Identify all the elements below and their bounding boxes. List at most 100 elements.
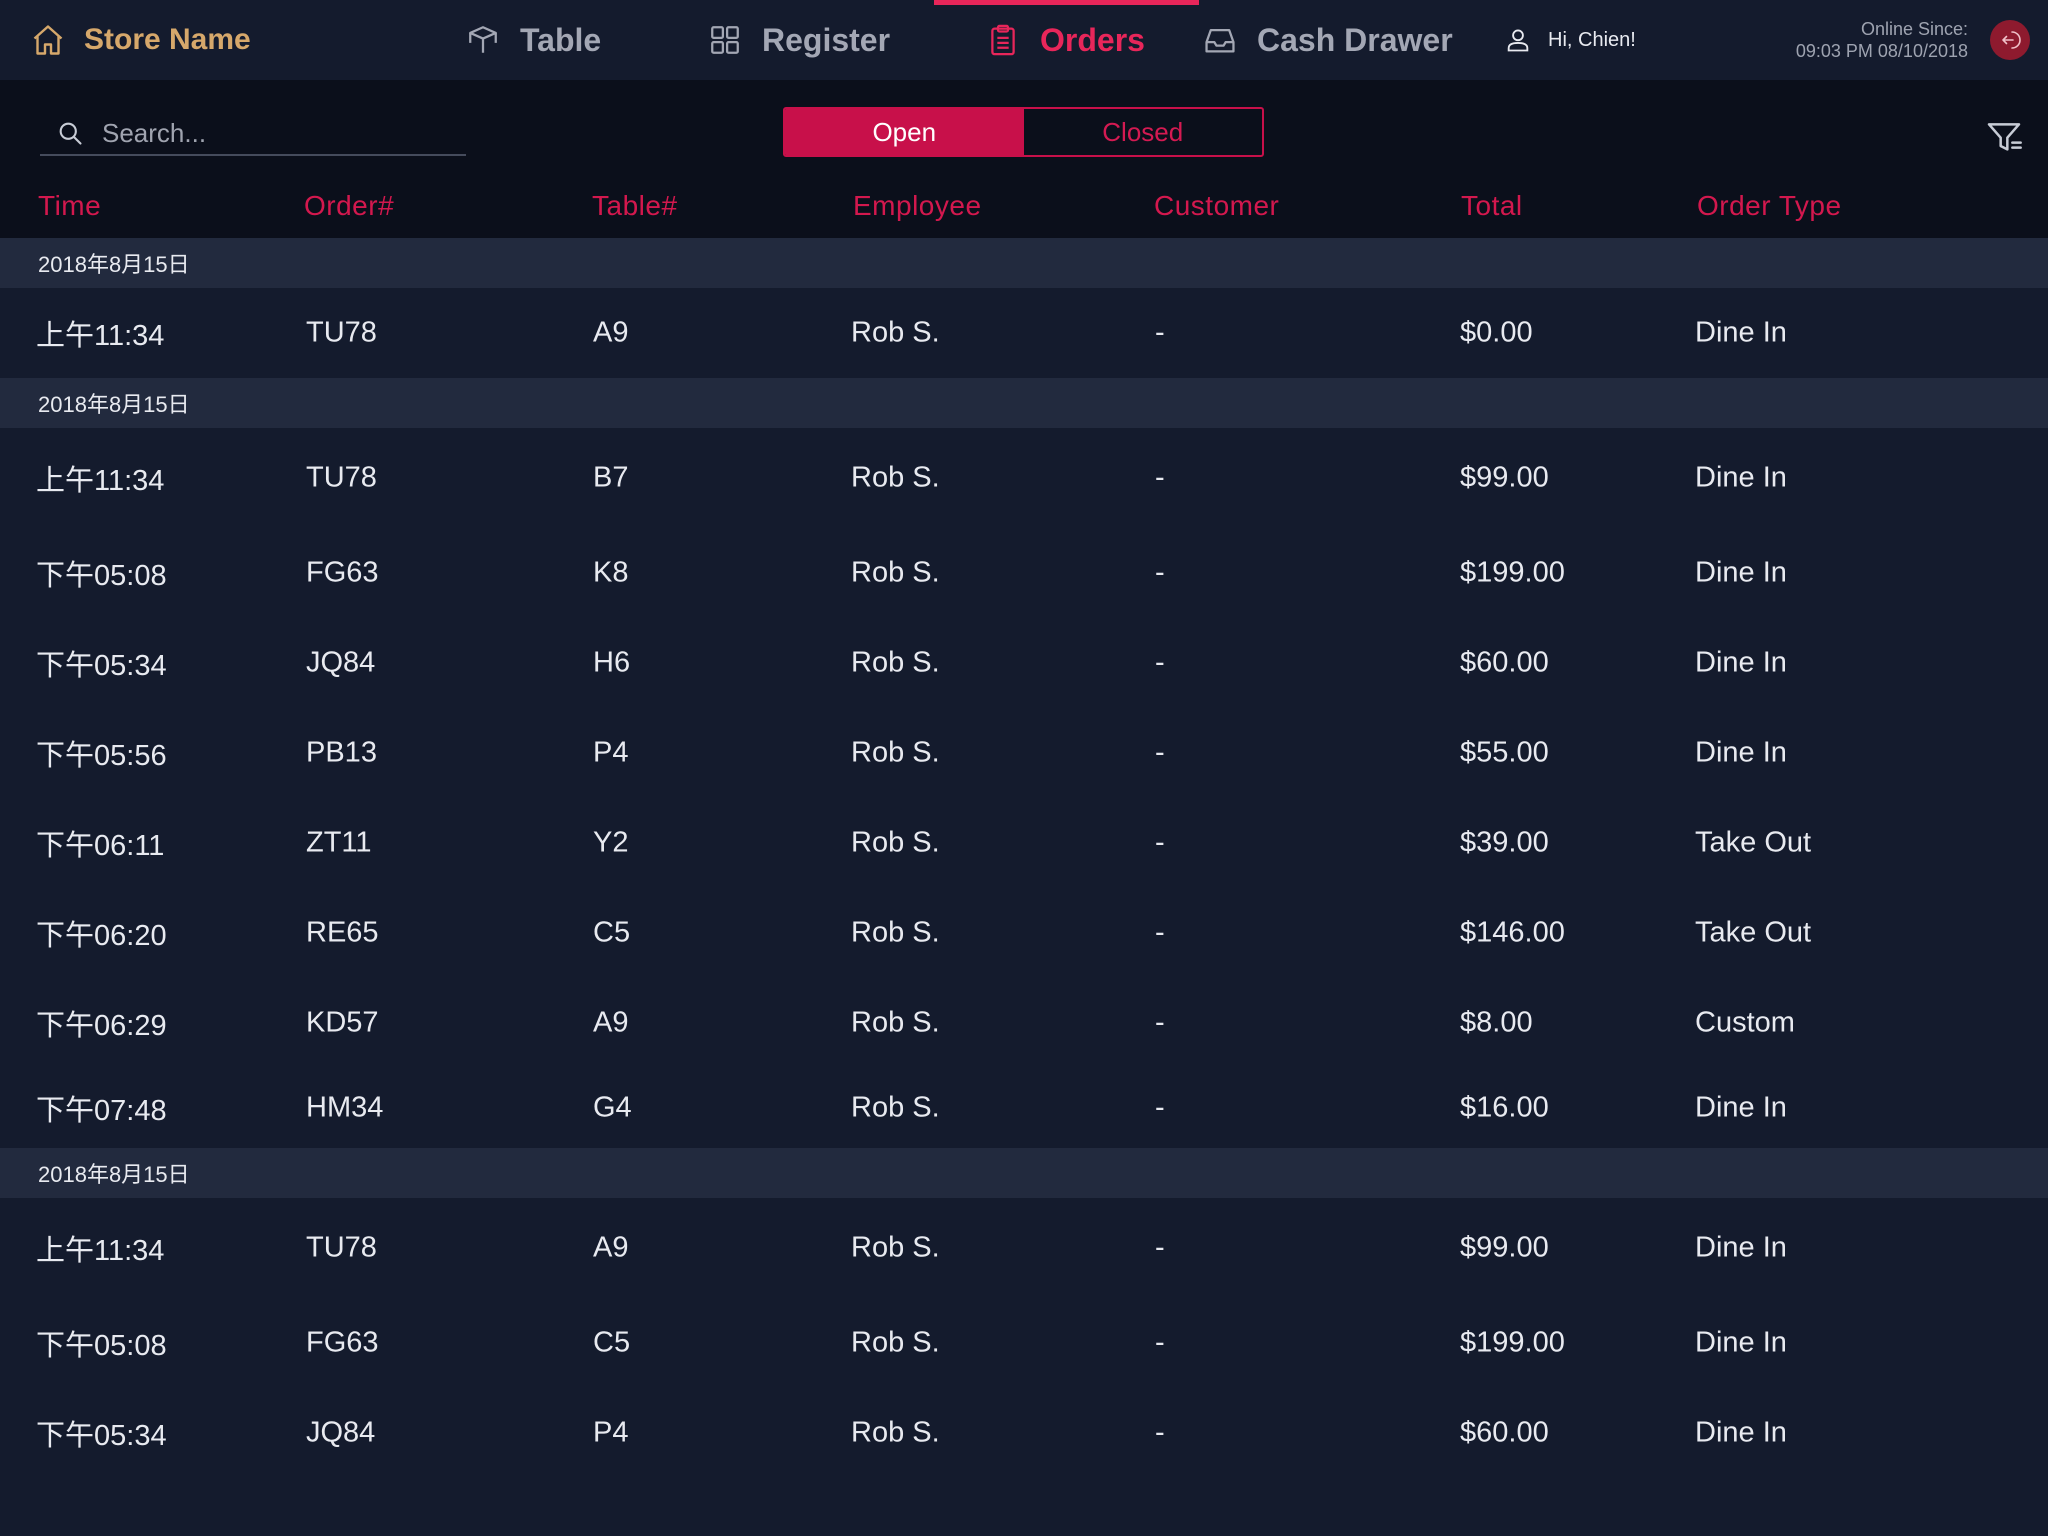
order-time: 下午06:20 xyxy=(36,920,167,952)
order-row[interactable]: 下午05:08 FG63 K8 Rob S. - $199.00 Dine In xyxy=(0,528,2048,618)
customer-name: - xyxy=(1155,1091,1165,1124)
customer-name: - xyxy=(1155,316,1165,349)
table-number: A9 xyxy=(593,316,629,349)
order-total: $60.00 xyxy=(1460,646,1549,679)
user-icon xyxy=(1507,29,1529,52)
column-header-customer[interactable]: Customer xyxy=(1154,190,1279,222)
order-row[interactable]: 上午11:34 TU78 B7 Rob S. - $99.00 Dine In xyxy=(0,428,2048,528)
order-row[interactable]: 下午07:48 HM34 G4 Rob S. - $16.00 Dine In xyxy=(0,1068,2048,1148)
customer-name: - xyxy=(1155,1006,1165,1039)
online-value: 09:03 PM 08/10/2018 xyxy=(1795,41,1968,61)
tab-register[interactable]: Register xyxy=(708,0,890,80)
grid-icon xyxy=(711,26,739,54)
search-icon xyxy=(59,122,82,145)
order-total: $60.00 xyxy=(1460,1416,1549,1449)
order-row[interactable]: 下午06:20 RE65 C5 Rob S. - $146.00 Take Ou… xyxy=(0,888,2048,978)
date-group-header: 2018年8月15日 xyxy=(0,1148,2048,1198)
search-box[interactable] xyxy=(40,112,466,156)
table-number: A9 xyxy=(593,1006,629,1039)
search-input[interactable] xyxy=(102,117,442,149)
order-row[interactable]: 上午11:34 TU78 A9 Rob S. - $0.00 Dine In xyxy=(0,288,2048,378)
employee-name: Rob S. xyxy=(851,1326,940,1359)
table-number: H6 xyxy=(593,646,631,679)
tab-cash-drawer[interactable]: Cash Drawer xyxy=(1203,0,1453,80)
employee-name: Rob S. xyxy=(851,316,940,349)
order-number: TU78 xyxy=(306,316,377,349)
employee-name: Rob S. xyxy=(851,646,940,679)
order-type: Take Out xyxy=(1695,916,1812,949)
table-number: A9 xyxy=(593,1231,629,1264)
order-row[interactable]: 下午05:34 JQ84 P4 Rob S. - $60.00 Dine In xyxy=(0,1388,2048,1478)
column-header-time[interactable]: Time xyxy=(38,190,101,222)
orders-toolbar: Open Closed Time Order# Table# Employee … xyxy=(0,80,2048,238)
order-row[interactable]: 下午05:34 JQ84 H6 Rob S. - $60.00 Dine In xyxy=(0,618,2048,708)
logout-button[interactable] xyxy=(1990,20,2030,60)
customer-name: - xyxy=(1155,461,1165,494)
column-header-total[interactable]: Total xyxy=(1461,190,1523,222)
user-menu[interactable]: Hi, Chien! xyxy=(1504,0,1636,80)
order-total: $199.00 xyxy=(1460,1326,1565,1359)
table-number: K8 xyxy=(593,556,629,589)
order-type: Dine In xyxy=(1695,556,1787,589)
order-time: 下午05:56 xyxy=(36,740,167,772)
order-row[interactable]: 下午06:11 ZT11 Y2 Rob S. - $39.00 Take Out xyxy=(0,798,2048,888)
column-header-table[interactable]: Table# xyxy=(592,190,678,222)
order-row[interactable]: 下午05:08 FG63 C5 Rob S. - $199.00 Dine In xyxy=(0,1298,2048,1388)
table-number: B7 xyxy=(593,461,629,494)
segment-closed[interactable]: Closed xyxy=(1024,109,1263,155)
employee-name: Rob S. xyxy=(851,916,940,949)
order-type: Take Out xyxy=(1695,826,1812,859)
customer-name: - xyxy=(1155,646,1165,679)
order-row[interactable]: 上午11:34 TU78 A9 Rob S. - $99.00 Dine In xyxy=(0,1198,2048,1298)
employee-name: Rob S. xyxy=(851,461,940,494)
order-time: 下午06:29 xyxy=(36,1010,167,1042)
online-status: Online Since: 09:03 PM 08/10/2018 xyxy=(1796,18,1968,62)
tab-orders[interactable]: Orders xyxy=(934,0,1199,80)
table-number: C5 xyxy=(593,1326,631,1359)
order-type: Dine In xyxy=(1695,646,1787,679)
order-number: JQ84 xyxy=(306,1416,376,1449)
order-total: $146.00 xyxy=(1460,916,1565,949)
column-header-order-type[interactable]: Order Type xyxy=(1697,190,1842,222)
order-number: FG63 xyxy=(306,1326,379,1359)
order-type: Dine In xyxy=(1695,461,1787,494)
order-status-toggle[interactable]: Open Closed xyxy=(783,107,1264,157)
order-time: 下午06:11 xyxy=(36,830,165,862)
date-group-header: 2018年8月15日 xyxy=(0,238,2048,288)
order-time: 下午05:08 xyxy=(36,560,167,592)
order-total: $199.00 xyxy=(1460,556,1565,589)
tab-table[interactable]: Table xyxy=(466,0,601,80)
filter-icon[interactable] xyxy=(1984,116,2024,156)
order-time: 下午05:08 xyxy=(36,1330,167,1362)
order-total: $39.00 xyxy=(1460,826,1549,859)
user-greeting: Hi, Chien! xyxy=(1548,28,1636,51)
top-nav-bar: Store Name Table Register Orders Cash Dr… xyxy=(0,0,2048,80)
order-total: $16.00 xyxy=(1460,1091,1549,1124)
home-icon xyxy=(33,25,63,55)
table-icon xyxy=(469,26,497,53)
store-brand[interactable]: Store Name xyxy=(30,0,251,80)
order-number: PB13 xyxy=(306,736,377,769)
order-time: 下午07:48 xyxy=(36,1095,167,1127)
employee-name: Rob S. xyxy=(851,826,940,859)
tab-orders-label: Orders xyxy=(1040,21,1145,58)
column-header-employee[interactable]: Employee xyxy=(853,190,982,222)
employee-name: Rob S. xyxy=(851,1231,940,1264)
order-time: 上午11:34 xyxy=(36,1235,165,1267)
table-number: Y2 xyxy=(593,826,629,859)
order-number: JQ84 xyxy=(306,646,376,679)
order-number: RE65 xyxy=(306,916,379,949)
order-total: $8.00 xyxy=(1460,1006,1533,1039)
employee-name: Rob S. xyxy=(851,1006,940,1039)
order-type: Dine In xyxy=(1695,736,1787,769)
order-time: 上午11:34 xyxy=(36,320,165,352)
order-number: FG63 xyxy=(306,556,379,589)
customer-name: - xyxy=(1155,916,1165,949)
order-row[interactable]: 下午06:29 KD57 A9 Rob S. - $8.00 Custom xyxy=(0,978,2048,1068)
column-header-order[interactable]: Order# xyxy=(304,190,394,222)
order-time: 下午05:34 xyxy=(36,1420,167,1452)
customer-name: - xyxy=(1155,826,1165,859)
order-row[interactable]: 下午05:56 PB13 P4 Rob S. - $55.00 Dine In xyxy=(0,708,2048,798)
segment-open[interactable]: Open xyxy=(785,109,1024,155)
order-total: $99.00 xyxy=(1460,1231,1549,1264)
